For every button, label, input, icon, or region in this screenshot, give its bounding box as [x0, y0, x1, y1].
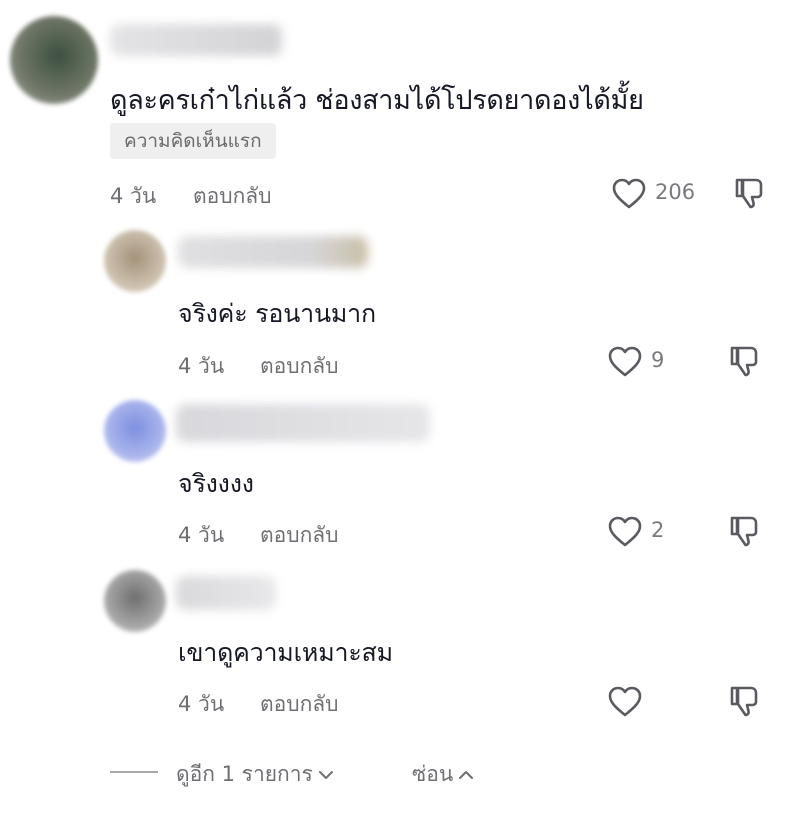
- reply-text: จริงงงง: [178, 469, 254, 498]
- reply-text: จริงค่ะ รอนานมาก: [178, 299, 376, 328]
- like-count: 2: [651, 518, 665, 542]
- first-comment-badge: ความคิดเห็นแรก: [110, 123, 276, 159]
- username-blurred[interactable]: [176, 576, 276, 610]
- reply-button[interactable]: ตอบกลับ: [260, 519, 339, 552]
- heart-outline-icon[interactable]: [608, 516, 642, 548]
- reply-time: 4 วัน: [178, 354, 225, 378]
- thumbs-down-outline-icon[interactable]: [728, 344, 762, 378]
- thumbs-down-outline-icon[interactable]: [728, 684, 762, 718]
- like-count: 206: [655, 180, 696, 204]
- reply-time: 4 วัน: [178, 523, 225, 547]
- reply-time: 4 วัน: [178, 692, 225, 716]
- avatar[interactable]: [104, 400, 166, 462]
- chevron-down-icon: [318, 771, 333, 779]
- avatar[interactable]: [104, 230, 166, 292]
- view-more-label: ดูอีก 1 รายการ: [176, 762, 313, 786]
- hide-replies-button[interactable]: ซ่อน: [412, 758, 475, 791]
- heart-outline-icon[interactable]: [612, 178, 646, 210]
- comment-time: 4 วัน: [110, 184, 157, 208]
- chevron-up-icon: [459, 771, 474, 779]
- thread-divider: [110, 771, 158, 773]
- username-blurred[interactable]: [176, 404, 430, 442]
- heart-outline-icon[interactable]: [608, 686, 642, 718]
- username-blurred[interactable]: [110, 24, 282, 56]
- comment-text: ดูละครเก๋าไก่แล้ว ช่องสามได้โปรดยาดองได้…: [110, 85, 644, 116]
- avatar[interactable]: [10, 16, 98, 104]
- thumbs-down-outline-icon[interactable]: [728, 514, 762, 548]
- username-blurred[interactable]: [178, 236, 368, 268]
- avatar[interactable]: [104, 570, 166, 632]
- reply-button[interactable]: ตอบกลับ: [260, 350, 339, 383]
- reply-button[interactable]: ตอบกลับ: [193, 180, 272, 213]
- reply-button[interactable]: ตอบกลับ: [260, 688, 339, 721]
- view-more-replies-button[interactable]: ดูอีก 1 รายการ: [176, 758, 335, 791]
- heart-outline-icon[interactable]: [608, 346, 642, 378]
- hide-label: ซ่อน: [412, 762, 454, 786]
- reply-text: เขาดูความเหมาะสม: [178, 638, 393, 667]
- thumbs-down-outline-icon[interactable]: [733, 176, 767, 210]
- like-count: 9: [651, 348, 665, 372]
